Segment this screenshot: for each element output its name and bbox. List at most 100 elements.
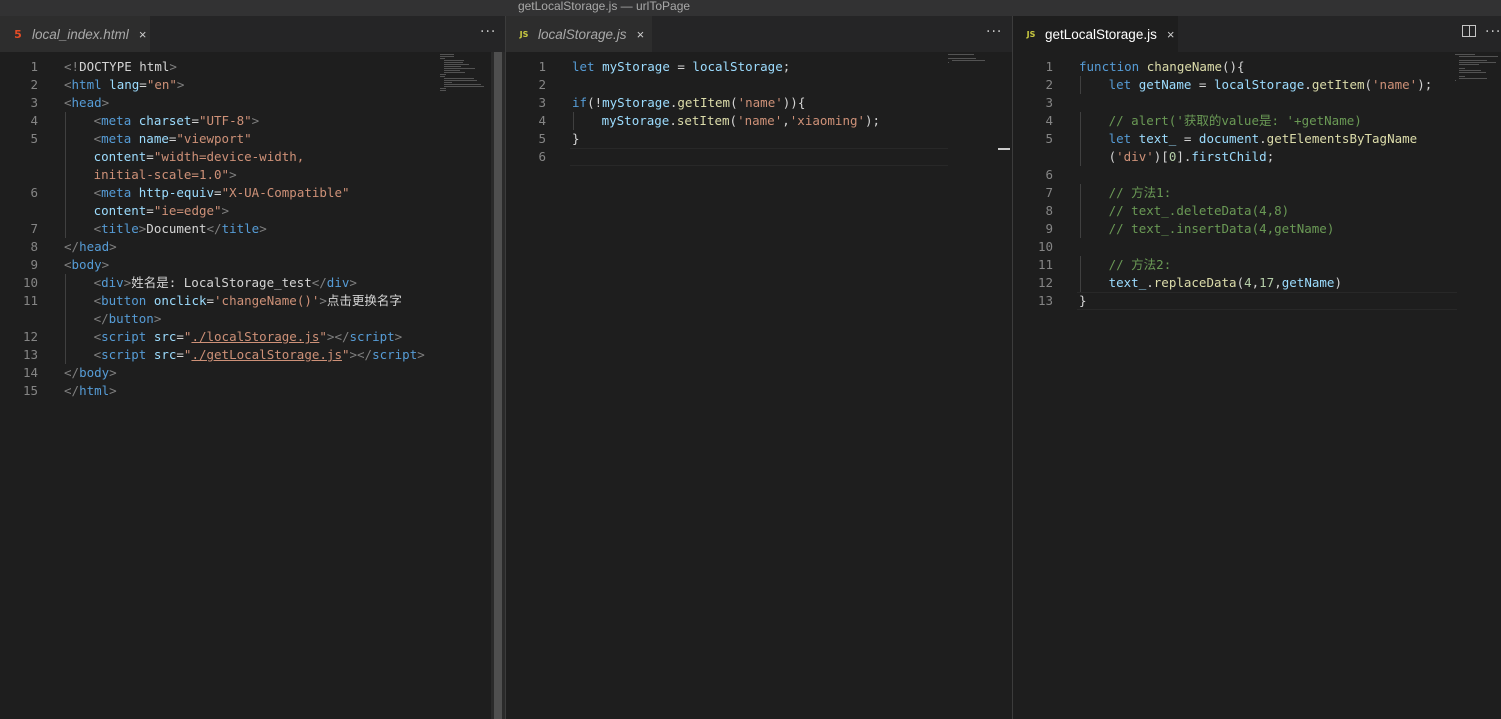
code-line: <title>Document</title> <box>94 220 267 238</box>
close-icon[interactable]: × <box>637 27 645 42</box>
code-token: ); <box>1417 77 1433 92</box>
code-token: meta <box>101 131 139 146</box>
code-token: // 方法2: <box>1108 257 1172 272</box>
code-token: firstChild <box>1191 149 1267 164</box>
line-number: 1 <box>1045 59 1053 74</box>
code-token: if <box>572 95 588 110</box>
tab-local-index-html[interactable]: 5 local_index.html × <box>0 16 150 52</box>
code-line: ('div')[0].firstChild; <box>1109 148 1275 166</box>
line-number: 3 <box>538 95 546 110</box>
code-token: getItem <box>1311 77 1365 92</box>
minimap-line <box>444 70 461 71</box>
minimap[interactable] <box>946 52 996 72</box>
code-token: myStorage <box>602 95 670 110</box>
code-token: < <box>64 257 72 272</box>
code-token: = <box>146 149 154 164</box>
code-token: getName <box>1138 77 1192 92</box>
code-token: Document <box>146 221 207 236</box>
code-token: script <box>101 329 154 344</box>
close-icon[interactable]: × <box>139 27 147 42</box>
code-token: > <box>319 293 327 308</box>
code-line: initial-scale=1.0"> <box>94 166 237 184</box>
line-number: 13 <box>1037 293 1053 308</box>
code-line: </button> <box>94 310 162 328</box>
code-token: lang <box>109 77 140 92</box>
code-token: body <box>71 257 102 272</box>
minimap-line <box>952 60 986 61</box>
minimap-line <box>1455 54 1475 55</box>
code-token: (){ <box>1222 59 1245 74</box>
code-line: </head> <box>64 238 117 256</box>
line-number: 11 <box>1037 257 1053 272</box>
code-line: </body> <box>64 364 117 382</box>
vertical-scrollbar[interactable] <box>491 52 505 719</box>
code-token: head <box>79 239 110 254</box>
tab-localstorage-js[interactable]: JS localStorage.js × <box>506 16 652 52</box>
line-number: 4 <box>1045 113 1053 128</box>
line-number: 15 <box>22 383 38 398</box>
code-line: <button onclick='changeName()'>点击更换名字 <box>94 292 402 310</box>
code-token: ( <box>729 113 738 128</box>
code-token: div <box>101 275 124 290</box>
line-number: 3 <box>1045 95 1053 110</box>
code-line: } <box>572 130 580 148</box>
more-actions-icon[interactable]: ··· <box>986 24 1002 40</box>
code-token: > <box>109 239 117 254</box>
more-actions-icon[interactable]: ··· <box>1485 24 1501 40</box>
indent-guide <box>65 148 66 166</box>
code-token: </ <box>64 365 80 380</box>
indent-guide <box>65 166 66 184</box>
code-line: <script src="./localStorage.js"></script… <box>94 328 403 346</box>
indent-guide <box>1080 274 1081 292</box>
code-token: </ <box>64 239 80 254</box>
js-icon: JS <box>1026 29 1036 39</box>
scrollbar-thumb[interactable] <box>494 52 502 719</box>
line-number: 6 <box>1045 167 1053 182</box>
code-token: < <box>93 275 102 290</box>
minimap[interactable] <box>438 52 488 112</box>
split-editor-icon[interactable] <box>1462 25 1476 37</box>
minimap-line <box>444 62 463 63</box>
close-icon[interactable]: × <box>1167 27 1175 42</box>
line-number: 2 <box>1045 77 1053 92</box>
minimap-line <box>1459 62 1496 63</box>
line-number: 8 <box>1045 203 1053 218</box>
code-editor[interactable]: 1 function changeName(){2 let getName = lo… <box>1013 52 1501 719</box>
minimap-line <box>1459 70 1481 71</box>
code-token: button <box>108 311 154 326</box>
code-token: ); <box>865 113 881 128</box>
more-actions-icon[interactable]: ··· <box>480 24 496 40</box>
window-title: getLocalStorage.js — urlToPage <box>517 0 691 13</box>
code-editor[interactable]: 1 let myStorage = localStorage; 2 3 if(!mySt… <box>506 52 1012 719</box>
code-token: . <box>669 113 677 128</box>
code-line: text_.replaceData(4,17,getName) <box>1109 274 1342 292</box>
tab-getlocalstorage-js[interactable]: JS getLocalStorage.js × <box>1013 16 1178 52</box>
code-token: DOCTYPE html <box>79 59 170 74</box>
code-editor[interactable]: 1 <!DOCTYPE html> 2 <html lang="en"> 3 <head>… <box>0 52 505 719</box>
code-line: // text_.insertData(4,getName) <box>1109 220 1335 238</box>
code-line: <head> <box>64 94 109 112</box>
code-token: > <box>109 365 117 380</box>
code-token: = <box>1176 131 1199 146</box>
code-token: // text_.deleteData(4,8) <box>1108 203 1290 218</box>
code-token: "width=device-width, <box>153 149 305 164</box>
code-token: function <box>1079 59 1147 74</box>
minimap-line <box>444 68 475 69</box>
code-token: html <box>71 77 110 92</box>
code-token: script <box>372 347 418 362</box>
code-token: . <box>1146 275 1154 290</box>
code-token: text_ <box>1108 275 1147 290</box>
code-line: <div>姓名是: LocalStorage_test</div> <box>94 274 357 292</box>
code-token: 17 <box>1259 275 1275 290</box>
line-number: 5 <box>1045 131 1053 146</box>
code-token: . <box>1304 77 1312 92</box>
minimap[interactable] <box>1453 52 1499 92</box>
minimap-line <box>444 84 481 85</box>
indent-guide <box>1080 148 1081 166</box>
code-token: meta <box>101 185 139 200</box>
line-number: 4 <box>30 113 38 128</box>
code-line: // alert('获取的value是: '+getName) <box>1109 112 1362 130</box>
code-token: // alert('获取的value是: '+getName) <box>1108 113 1362 128</box>
minimap-line <box>444 78 474 79</box>
indent-guide <box>573 112 574 130</box>
